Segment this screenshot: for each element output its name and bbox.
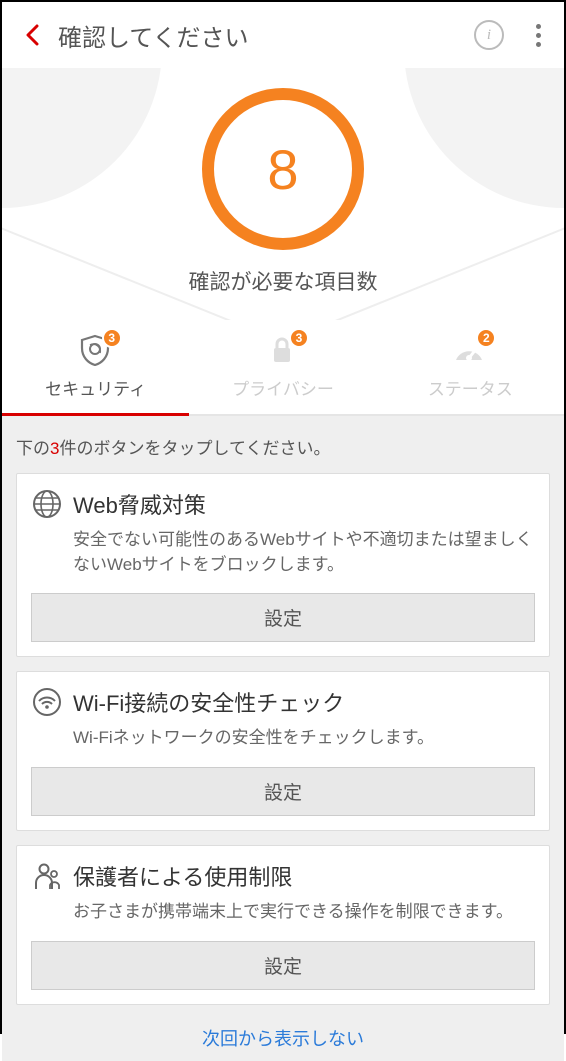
tab-privacy[interactable]: 3 プライバシー [189, 320, 376, 414]
issue-count-number: 8 [267, 137, 298, 202]
card-web-threat-button[interactable]: 設定 [31, 593, 535, 642]
tab-privacy-label: プライバシー [189, 375, 376, 400]
tab-security-badge: 3 [102, 328, 122, 348]
instruction-text: 下の3件のボタンをタップしてください。 [2, 416, 564, 473]
card-parental-desc: お子さまが携帯端末上で実行できる操作を制限できます。 [31, 892, 535, 941]
tab-status[interactable]: 2 ステータス [377, 320, 564, 414]
tab-privacy-badge: 3 [289, 328, 309, 348]
tab-status-label: ステータス [377, 375, 564, 400]
chevron-left-icon [25, 24, 39, 46]
tab-security[interactable]: 3 セキュリティ [2, 320, 189, 414]
hero-section: 8 確認が必要な項目数 [2, 68, 564, 320]
card-wifi-check-desc: Wi-Fiネットワークの安全性をチェックします。 [31, 718, 535, 767]
back-button[interactable] [18, 15, 46, 55]
content-area: 下の3件のボタンをタップしてください。 Web脅威対策 安全でない可能性のあるW… [2, 416, 564, 1061]
issue-count-label: 確認が必要な項目数 [2, 266, 564, 296]
info-button[interactable]: i [474, 20, 504, 50]
card-parental-title: 保護者による使用制限 [73, 860, 292, 892]
top-bar: 確認してください i [2, 2, 564, 68]
info-icon: i [487, 27, 491, 44]
card-wifi-check-button[interactable]: 設定 [31, 767, 535, 816]
wifi-icon [31, 686, 63, 718]
overflow-menu-button[interactable] [528, 24, 548, 47]
card-web-threat: Web脅威対策 安全でない可能性のあるWebサイトや不適切または望ましくないWe… [16, 473, 550, 657]
tab-status-badge: 2 [476, 328, 496, 348]
card-parental-button[interactable]: 設定 [31, 941, 535, 990]
card-parental: 保護者による使用制限 お子さまが携帯端末上で実行できる操作を制限できます。 設定 [16, 845, 550, 1005]
globe-icon [31, 488, 63, 520]
dot-icon [536, 24, 541, 29]
skip-link[interactable]: 次回から表示しない [2, 1019, 564, 1051]
dot-icon [536, 33, 541, 38]
card-web-threat-desc: 安全でない可能性のあるWebサイトや不適切または望ましくないWebサイトをブロッ… [31, 520, 535, 593]
dot-icon [536, 42, 541, 47]
issue-count-ring: 8 [202, 88, 364, 250]
card-wifi-check: Wi-Fi接続の安全性チェック Wi-Fiネットワークの安全性をチェックします。… [16, 671, 550, 831]
card-wifi-check-title: Wi-Fi接続の安全性チェック [73, 686, 344, 718]
card-web-threat-title: Web脅威対策 [73, 488, 206, 520]
tab-security-label: セキュリティ [2, 375, 189, 400]
page-title: 確認してください [46, 18, 474, 53]
tab-bar: 3 セキュリティ 3 プライバシー 2 ステータス [2, 320, 564, 416]
parental-icon [31, 860, 63, 892]
